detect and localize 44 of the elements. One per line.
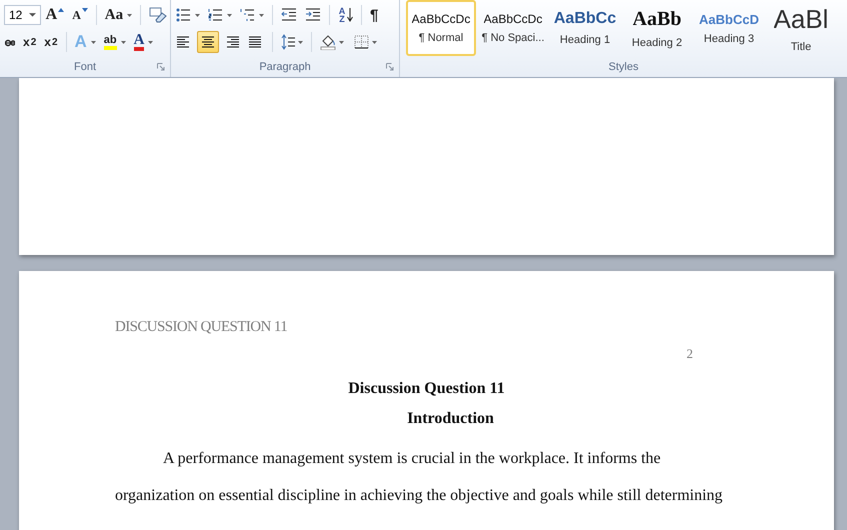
dropdown-arrow-icon: [28, 12, 36, 18]
section-heading: Introduction: [407, 410, 494, 427]
numbered-list-icon: [208, 8, 232, 22]
show-formatting-button[interactable]: ¶: [367, 4, 382, 26]
dialog-launcher-icon[interactable]: [386, 63, 394, 71]
borders-icon: [354, 34, 380, 50]
group-label: Paragraph: [259, 61, 311, 73]
multilevel-list-icon: [240, 8, 264, 22]
align-center-icon: [200, 36, 216, 48]
dropdown-arrow-icon: [90, 40, 96, 44]
style-option[interactable]: AaBl Title: [766, 0, 836, 56]
style-option[interactable]: AaBbCcDc ¶ Normal: [406, 0, 476, 56]
style-option[interactable]: AaBb Heading 2: [622, 0, 692, 56]
font-size-field[interactable]: 12: [4, 5, 41, 25]
group-label: Font: [74, 61, 96, 73]
shrink-font-button[interactable]: A: [69, 4, 91, 26]
style-option[interactable]: AaBbCcDc ¶ No Spaci...: [478, 0, 548, 56]
down-arrow-icon: [347, 8, 353, 22]
sort-button[interactable]: AZ: [335, 4, 356, 26]
dropdown-arrow-icon: [127, 14, 132, 16]
page-number: 2: [686, 346, 693, 361]
group-label: Styles: [608, 61, 638, 73]
style-option[interactable]: AaBbCcD Heading 3: [694, 0, 764, 56]
line-spacing-icon: [281, 34, 303, 50]
document-title: Discussion Question 11: [348, 380, 505, 397]
change-case-button[interactable]: Aa: [102, 4, 136, 26]
bullet-list-icon: [176, 8, 200, 22]
indent-icon: [305, 8, 321, 22]
align-justify-icon: [248, 36, 264, 48]
paint-bucket-icon: [320, 34, 346, 50]
style-option[interactable]: AaBbCc Heading 1: [550, 0, 620, 56]
body-paragraph: A performance management system is crucial in the workplace. It informs the organization on essential discipline in achieving the objective and goals while still determining: [115, 449, 724, 506]
running-header: DISCUSSION QUESTION 11: [115, 319, 288, 336]
outdent-icon: [281, 8, 297, 22]
dropdown-arrow-icon: [148, 40, 154, 44]
align-button[interactable]: [197, 31, 219, 53]
dialog-launcher-icon[interactable]: [157, 63, 165, 71]
font-color-button[interactable]: A: [130, 31, 156, 53]
eraser-icon: [149, 7, 167, 23]
highlight-button[interactable]: ab: [100, 31, 129, 53]
dropdown-arrow-icon: [120, 40, 126, 44]
grow-font-button[interactable]: A: [42, 4, 68, 26]
align-right-icon: [224, 36, 240, 48]
align-left-icon: [176, 36, 192, 48]
